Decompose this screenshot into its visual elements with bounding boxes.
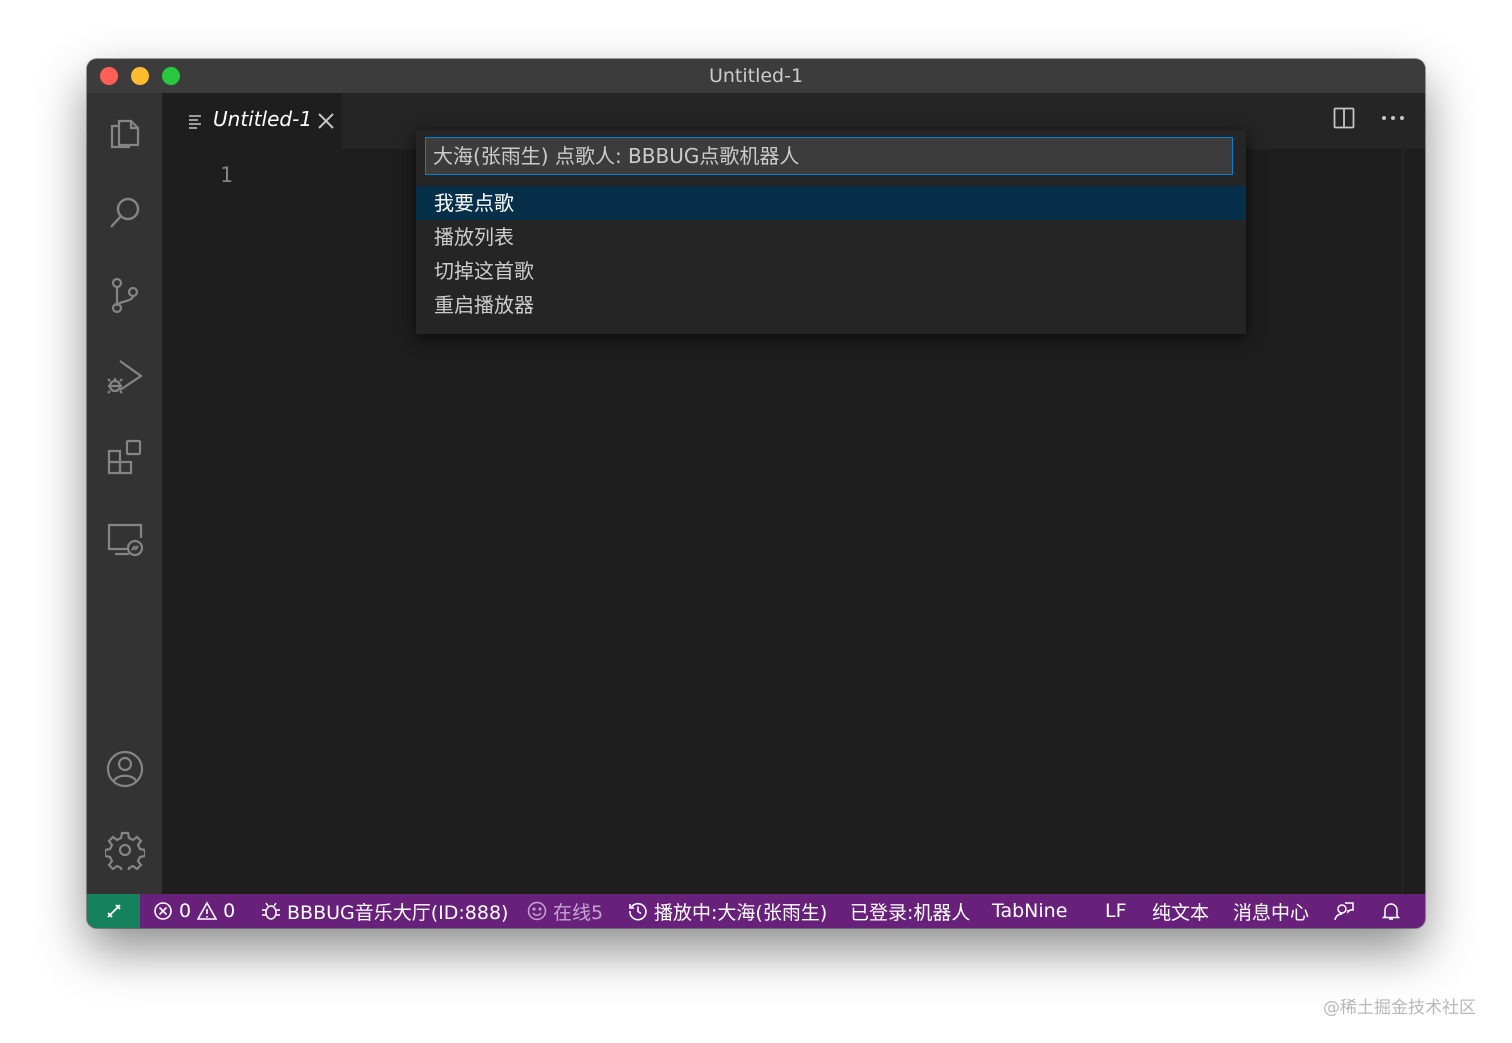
explorer-icon[interactable]	[87, 102, 162, 162]
error-count: 0	[179, 900, 192, 922]
smiley-icon	[527, 901, 547, 921]
now-playing-status[interactable]: 播放中:大海(张雨生)	[628, 894, 827, 928]
split-editor-icon[interactable]	[1333, 107, 1355, 129]
text-file-icon	[189, 115, 201, 129]
activity-bar	[87, 93, 162, 894]
remote-indicator[interactable]	[87, 894, 140, 928]
run-debug-icon[interactable]	[87, 346, 162, 406]
editor-actions	[1333, 107, 1405, 129]
zoom-window-button[interactable]	[162, 67, 180, 85]
bug-icon	[262, 902, 280, 920]
online-status[interactable]: 在线5	[527, 894, 603, 928]
window-controls	[100, 67, 180, 85]
tab-title: Untitled-1	[213, 107, 313, 131]
message-center-text: 消息中心	[1233, 901, 1310, 924]
remote-icon	[106, 904, 121, 918]
tab-untitled-1[interactable]: Untitled-1	[162, 93, 342, 149]
source-control-icon[interactable]	[87, 265, 162, 325]
quick-pick-item[interactable]: 重启播放器	[416, 288, 1246, 322]
remote-explorer-icon[interactable]	[87, 509, 162, 569]
eol-text: LF	[1105, 900, 1127, 922]
error-icon	[154, 902, 172, 920]
notifications-button[interactable]	[1381, 894, 1401, 928]
account-icon[interactable]	[87, 739, 162, 799]
quick-pick-item[interactable]: 播放列表	[416, 220, 1246, 254]
quick-pick-input[interactable]	[425, 137, 1233, 175]
editor-scrollbar[interactable]	[1402, 149, 1425, 894]
vscode-window: Untitled-1 Untitled-1 1 大海(张雨生) 点歌人: BBB…	[87, 59, 1425, 928]
warning-count: 0	[223, 900, 236, 922]
bell-icon	[1381, 903, 1401, 920]
language-text: 纯文本	[1152, 901, 1210, 924]
minimize-window-button[interactable]	[131, 67, 149, 85]
close-icon[interactable]	[315, 110, 337, 132]
room-status[interactable]: BBBUG音乐大厅(ID:888)	[261, 894, 508, 928]
tabnine-status[interactable]: TabNine	[992, 894, 1067, 928]
feedback-button[interactable]	[1333, 894, 1355, 928]
search-icon[interactable]	[87, 183, 162, 243]
tabnine-text: TabNine	[992, 900, 1068, 922]
problems-indicator[interactable]: 0 0	[153, 894, 235, 928]
message-center[interactable]: 消息中心	[1233, 894, 1309, 928]
quick-pick-item[interactable]: 我要点歌	[416, 186, 1246, 220]
language-mode-selector[interactable]: 纯文本	[1152, 894, 1209, 928]
title-bar: Untitled-1	[87, 59, 1425, 93]
settings-gear-icon[interactable]	[87, 820, 162, 880]
quick-pick-list: 我要点歌 播放列表 切掉这首歌 重启播放器	[416, 186, 1246, 322]
warning-icon	[197, 901, 218, 920]
login-status[interactable]: 已登录:机器人	[850, 894, 970, 928]
status-bar: 0 0 BBBUG音乐大厅(ID:888) 在线5 播放中:大海(张雨生) 已登…	[87, 894, 1425, 928]
line-number: 1	[220, 163, 233, 187]
window-title: Untitled-1	[708, 65, 804, 87]
room-name: BBBUG音乐大厅(ID:888)	[287, 901, 509, 924]
history-icon	[629, 902, 647, 921]
watermark: @稀土掘金技术社区	[1323, 998, 1476, 1018]
feedback-icon	[1334, 902, 1354, 921]
close-window-button[interactable]	[100, 67, 118, 85]
now-playing-text: 播放中:大海(张雨生)	[654, 901, 828, 924]
login-text: 已登录:机器人	[850, 901, 971, 924]
extensions-icon[interactable]	[87, 427, 162, 487]
quick-pick-widget: 我要点歌 播放列表 切掉这首歌 重启播放器	[416, 130, 1246, 334]
more-actions-icon[interactable]	[1381, 114, 1405, 122]
editor-area: Untitled-1 1 我要点歌 播放列表	[162, 93, 1425, 894]
quick-pick-item[interactable]: 切掉这首歌	[416, 254, 1246, 288]
eol-selector[interactable]: LF	[1105, 894, 1127, 928]
online-count: 在线5	[553, 901, 604, 924]
